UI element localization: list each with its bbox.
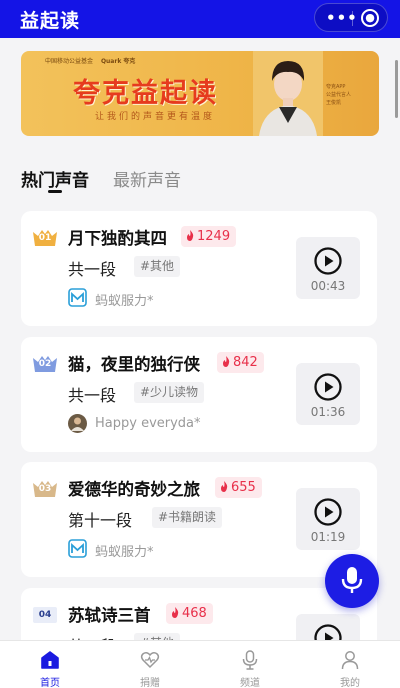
- tabbar-item-channel[interactable]: 频道: [200, 641, 300, 688]
- banner-slogan: 让我们的声音更有温度: [95, 112, 216, 122]
- play-icon: [314, 247, 342, 275]
- segment-label: 共一段: [68, 260, 117, 279]
- author-name: 蚂蚁服力*: [95, 545, 154, 560]
- voice-title: 月下独酌其四: [68, 229, 167, 248]
- tabbar-label: 捐赠: [140, 678, 160, 688]
- heat-count: 1249: [197, 229, 231, 244]
- home-icon: [41, 651, 59, 669]
- category-tag[interactable]: #书籍朗读: [152, 507, 223, 528]
- heat-badge: 1249: [181, 226, 237, 247]
- mini-program-capsule: ••• ●: [314, 3, 388, 32]
- tabbar-item-donate[interactable]: 捐赠: [100, 641, 200, 688]
- tab-hot-voices[interactable]: 热门声音: [21, 166, 89, 191]
- fire-icon: [187, 230, 194, 241]
- person-icon: [341, 651, 359, 670]
- close-icon[interactable]: ●: [361, 9, 379, 27]
- voice-title: 爱德华的奇妙之旅: [68, 480, 200, 499]
- capsule-divider: [352, 11, 353, 26]
- tabbar-label: 我的: [340, 678, 360, 688]
- category-tag[interactable]: #其他: [134, 256, 181, 277]
- play-button[interactable]: 01:19: [296, 488, 360, 550]
- user-avatar: [68, 414, 87, 433]
- microphone-icon: [341, 567, 363, 593]
- segment-label: 第十一段: [68, 511, 133, 530]
- heat-count: 842: [233, 355, 258, 370]
- ant-logo-avatar: [68, 539, 87, 558]
- promo-banner[interactable]: 中国移动公益基金 Quark 夸克 夸克益起读 让我们的声音更有温度 夸克APP…: [21, 51, 379, 136]
- heat-count: 655: [231, 480, 256, 495]
- duration: 01:19: [310, 530, 346, 544]
- fire-icon: [172, 607, 179, 618]
- quark-logo: Quark 夸克: [100, 58, 136, 65]
- tab-latest-voices[interactable]: 最新声音: [113, 166, 181, 191]
- spokesperson-image: [253, 51, 323, 136]
- voice-title: 苏轼诗三首: [68, 606, 151, 625]
- microphone-icon: [242, 650, 258, 670]
- record-voice-button[interactable]: [325, 554, 379, 608]
- play-icon: [314, 498, 342, 526]
- tabbar-item-home[interactable]: 首页: [0, 641, 100, 688]
- rank-badge: 02: [33, 356, 57, 372]
- tabbar-label: 首页: [40, 678, 60, 688]
- play-button[interactable]: 00:43: [296, 237, 360, 299]
- heart-donate-icon: [140, 652, 160, 669]
- rank-badge: 01: [33, 230, 57, 246]
- banner-side-text: 夸克APP 公益代言人 王俊凯: [326, 84, 352, 106]
- category-tag[interactable]: #少儿读物: [134, 382, 205, 403]
- more-icon[interactable]: •••: [326, 9, 358, 27]
- author-name: Happy everyda*: [95, 416, 201, 431]
- segment-label: 共一段: [68, 386, 117, 405]
- play-button[interactable]: 01:36: [296, 363, 360, 425]
- play-icon: [314, 373, 342, 401]
- banner-headline: 夸克益起读: [73, 78, 218, 109]
- heat-badge: 842: [217, 352, 264, 373]
- tabbar-item-profile[interactable]: 我的: [300, 641, 400, 688]
- app-title: 益起读: [20, 10, 81, 32]
- rank-badge: 03: [33, 481, 57, 497]
- list-item[interactable]: 01 月下独酌其四 1249 共一段 #其他 蚂蚁服力* 00:43: [21, 211, 377, 326]
- list-item[interactable]: 03 爱德华的奇妙之旅 655 第十一段 #书籍朗读 蚂蚁服力* 01:19: [21, 462, 377, 577]
- duration: 00:43: [310, 279, 346, 293]
- fire-icon: [221, 481, 228, 492]
- scrollbar[interactable]: [395, 60, 398, 118]
- active-tab-indicator: [48, 190, 62, 193]
- voice-tabs: 热门声音 最新声音: [21, 166, 381, 196]
- duration: 01:36: [310, 405, 346, 419]
- list-item[interactable]: 02 猫，夜里的独行侠 842 共一段 #少儿读物 Happy everyda*…: [21, 337, 377, 452]
- banner-logos: 中国移动公益基金 Quark 夸克: [45, 56, 135, 65]
- fire-icon: [223, 356, 230, 367]
- tabbar-label: 频道: [240, 678, 260, 688]
- heat-count: 468: [182, 606, 207, 621]
- voice-title: 猫，夜里的独行侠: [68, 355, 200, 374]
- heat-badge: 468: [166, 603, 213, 624]
- sponsor-logo-text: 中国移动公益基金: [45, 58, 94, 65]
- rank-badge: 04: [33, 607, 57, 623]
- top-bar: 益起读 ••• ●: [0, 0, 400, 38]
- author-name: 蚂蚁服力*: [95, 294, 154, 309]
- heat-badge: 655: [215, 477, 262, 498]
- ant-logo-avatar: [68, 288, 87, 307]
- bottom-tab-bar: 首页 捐赠 频道 我的: [0, 640, 400, 688]
